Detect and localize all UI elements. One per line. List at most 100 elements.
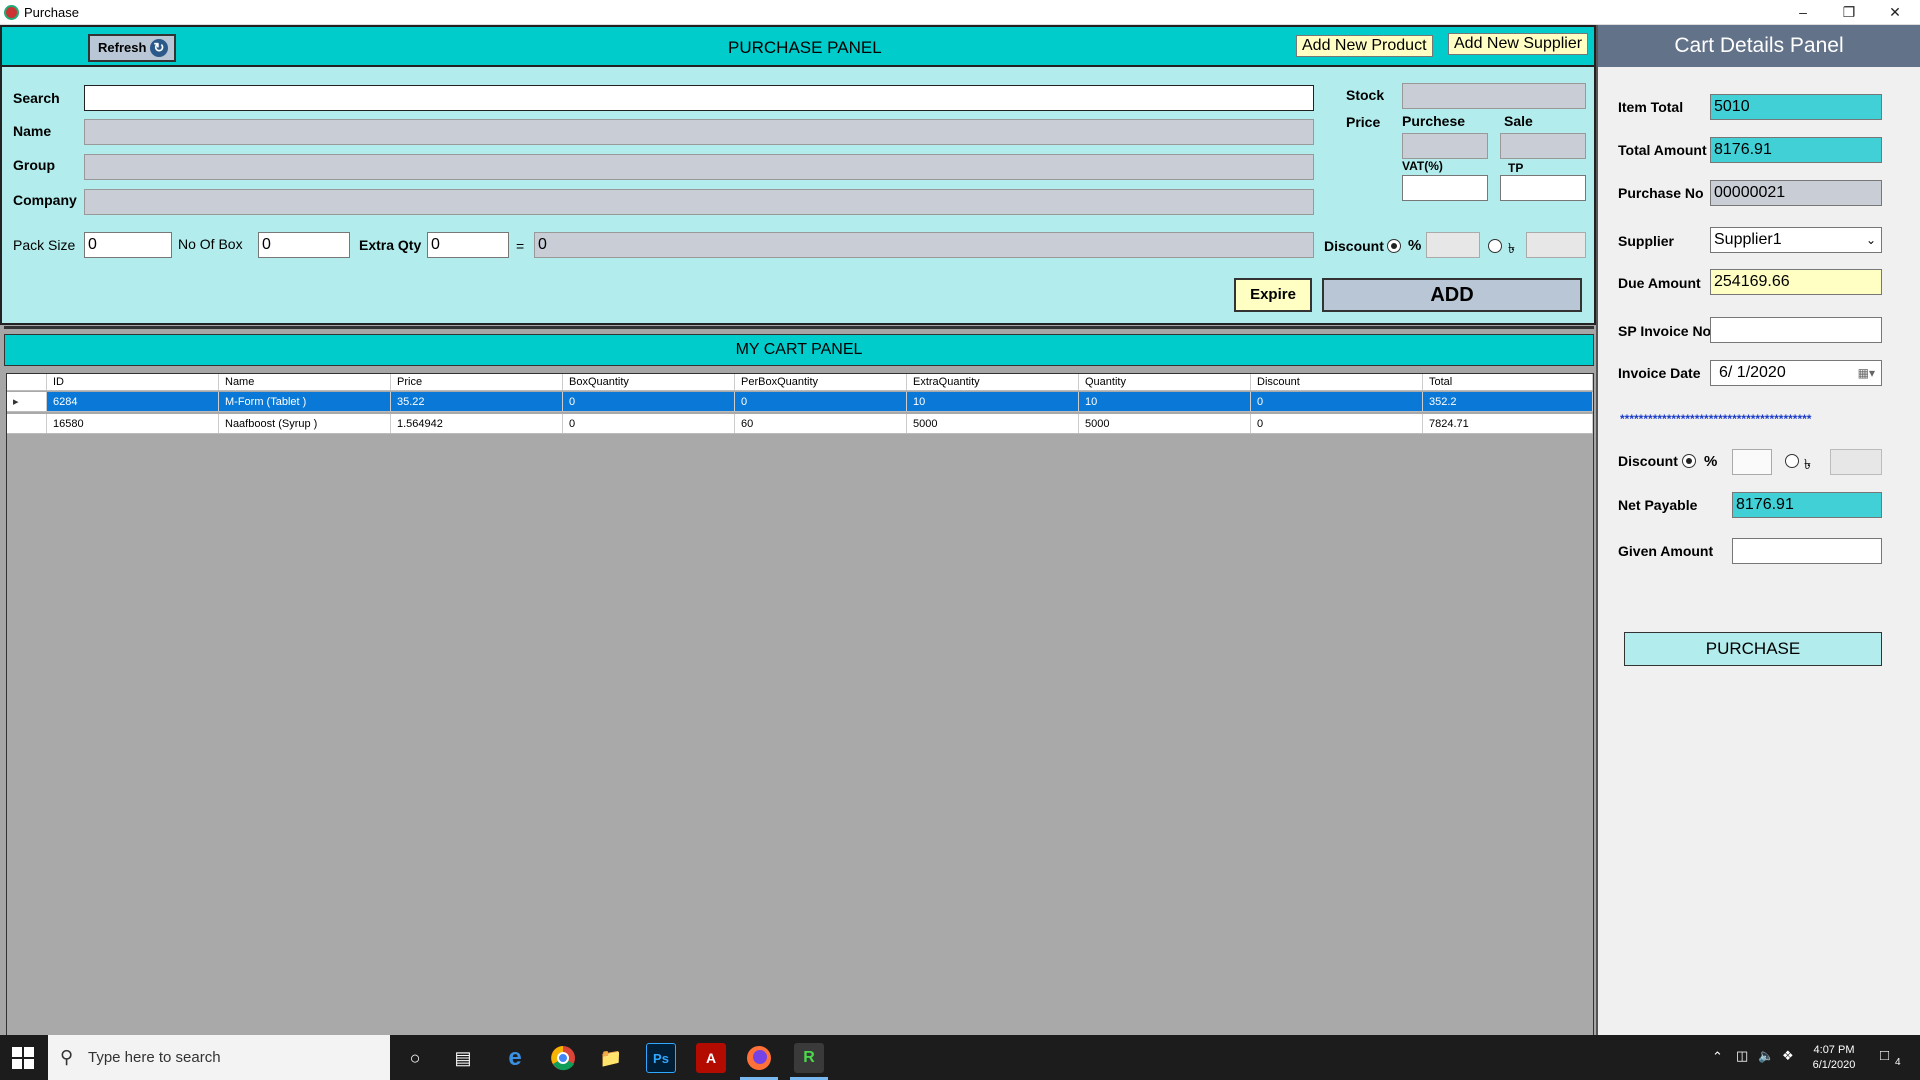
purchese-label: Purchese [1402, 113, 1466, 129]
cell-id[interactable]: 6284 [47, 392, 219, 411]
col-total[interactable]: Total [1423, 374, 1593, 390]
cart-discount-label: Discount [1618, 453, 1678, 469]
cell-name[interactable]: Naafboost (Syrup ) [219, 414, 391, 433]
expire-button[interactable]: Expire [1234, 278, 1312, 312]
cart-discount-percent-input[interactable] [1732, 449, 1772, 475]
cell-discount[interactable]: 0 [1251, 414, 1423, 433]
table-row[interactable]: 16580 Naafboost (Syrup ) 1.564942 0 60 5… [7, 414, 1593, 434]
minimize-icon[interactable]: – [1780, 0, 1826, 25]
chevron-up-icon[interactable]: ⌃ [1712, 1049, 1723, 1065]
total-amount-field: 8176.91 [1710, 137, 1882, 163]
cell-total[interactable]: 7824.71 [1423, 414, 1593, 433]
sp-invoice-label: SP Invoice No [1618, 323, 1712, 339]
col-extraquantity[interactable]: ExtraQuantity [907, 374, 1079, 390]
edge-icon[interactable]: e [500, 1043, 530, 1073]
cell-price[interactable]: 35.22 [391, 392, 563, 411]
chrome-icon[interactable] [548, 1043, 578, 1073]
given-amount-input[interactable] [1732, 538, 1882, 564]
stock-label: Stock [1346, 87, 1385, 103]
cortana-icon[interactable]: ○ [400, 1043, 430, 1073]
invoice-date-label: Invoice Date [1618, 365, 1701, 381]
restore-icon[interactable]: ❐ [1826, 0, 1872, 25]
cell-name[interactable]: M-Form (Tablet ) [219, 392, 391, 411]
sp-invoice-input[interactable] [1710, 317, 1882, 343]
purchase-button[interactable]: PURCHASE [1624, 632, 1882, 666]
extra-qty-input[interactable]: 0 [427, 232, 509, 258]
window-title: Purchase [24, 5, 79, 20]
supplier-select[interactable]: Supplier1 ⌄ [1710, 227, 1882, 253]
price-label: Price [1346, 114, 1381, 130]
cell-boxquantity[interactable]: 0 [563, 392, 735, 411]
company-field [84, 189, 1314, 215]
vat-input[interactable] [1402, 175, 1488, 201]
add-new-supplier-button[interactable]: Add New Supplier [1448, 33, 1589, 55]
notification-icon[interactable]: □ [1880, 1047, 1889, 1064]
col-price[interactable]: Price [391, 374, 563, 390]
cart-discount-taka-input [1830, 449, 1882, 475]
table-row[interactable]: ▸ 6284 M-Form (Tablet ) 35.22 0 0 10 10 … [7, 392, 1593, 412]
supplier-label: Supplier [1618, 233, 1675, 249]
cell-extraquantity[interactable]: 5000 [907, 414, 1079, 433]
total-amount-label: Total Amount [1618, 142, 1707, 158]
cell-quantity[interactable]: 5000 [1079, 414, 1251, 433]
taskbar-search-box[interactable]: ⚲ Type here to search [48, 1035, 390, 1080]
cell-boxquantity[interactable]: 0 [563, 414, 735, 433]
photoshop-icon[interactable]: Ps [646, 1043, 676, 1073]
speaker-icon[interactable]: 🔈 [1758, 1048, 1774, 1064]
network-icon[interactable]: ◫ [1736, 1048, 1748, 1064]
invoice-date-picker[interactable]: 6/ 1/2020 ▦▾ [1710, 360, 1882, 386]
discount-taka-radio[interactable] [1488, 239, 1502, 253]
cell-id[interactable]: 16580 [47, 414, 219, 433]
col-name[interactable]: Name [219, 374, 391, 390]
acrobat-icon[interactable]: A [696, 1043, 726, 1073]
discount-percent-radio[interactable] [1387, 239, 1401, 253]
title-bar: Purchase – ❐ ✕ [0, 0, 1920, 25]
cell-perboxquantity[interactable]: 60 [735, 414, 907, 433]
name-label: Name [13, 123, 52, 139]
windows-start-icon[interactable] [12, 1047, 34, 1069]
cell-quantity[interactable]: 10 [1079, 392, 1251, 411]
row-selector[interactable] [7, 414, 47, 433]
cell-price[interactable]: 1.564942 [391, 414, 563, 433]
given-amount-label: Given Amount [1618, 543, 1714, 559]
search-label: Search [13, 90, 60, 106]
cell-total[interactable]: 352.2 [1423, 392, 1593, 411]
cart-discount-percent-radio[interactable] [1682, 454, 1696, 468]
cart-discount-taka-radio[interactable] [1785, 454, 1799, 468]
clock[interactable]: 4:07 PM 6/1/2020 [1806, 1043, 1862, 1073]
cell-extraquantity[interactable]: 10 [907, 392, 1079, 411]
discount-taka-input [1526, 232, 1586, 258]
col-perboxquantity[interactable]: PerBoxQuantity [735, 374, 907, 390]
cell-discount[interactable]: 0 [1251, 392, 1423, 411]
taka-label: ৳ [1508, 240, 1515, 256]
net-payable-field: 8176.91 [1732, 492, 1882, 518]
no-of-box-input[interactable]: 0 [258, 232, 350, 258]
col-quantity[interactable]: Quantity [1079, 374, 1251, 390]
refresh-button[interactable]: Refresh ↻ [88, 34, 176, 62]
firefox-icon[interactable] [744, 1043, 774, 1073]
row-selector-icon[interactable]: ▸ [7, 392, 47, 411]
dropbox-icon[interactable]: ❖ [1782, 1048, 1794, 1064]
col-discount[interactable]: Discount [1251, 374, 1423, 390]
search-input[interactable] [84, 85, 1314, 111]
due-amount-field: 254169.66 [1710, 269, 1882, 295]
pack-size-input[interactable]: 0 [84, 232, 172, 258]
company-label: Company [13, 192, 77, 208]
file-explorer-icon[interactable]: 📁 [596, 1043, 626, 1073]
col-id[interactable]: ID [47, 374, 219, 390]
add-button[interactable]: ADD [1322, 278, 1582, 312]
tp-input[interactable] [1500, 175, 1586, 201]
add-new-product-button[interactable]: Add New Product [1296, 35, 1433, 57]
calendar-icon[interactable]: ▦▾ [1858, 361, 1875, 385]
net-payable-label: Net Payable [1618, 497, 1698, 513]
pharmacy-app-icon[interactable]: R [794, 1043, 824, 1073]
purchase-no-label: Purchase No [1618, 185, 1704, 201]
col-boxquantity[interactable]: BoxQuantity [563, 374, 735, 390]
cart-panel-title: MY CART PANEL [4, 334, 1594, 366]
discount-percent-input[interactable] [1426, 232, 1480, 258]
cell-perboxquantity[interactable]: 0 [735, 392, 907, 411]
close-icon[interactable]: ✕ [1872, 0, 1918, 25]
taskbar: ⚲ Type here to search ○ ▤ e 📁 Ps A R ⌃ ◫… [0, 1035, 1920, 1080]
purchase-no-field: 00000021 [1710, 180, 1882, 206]
task-view-icon[interactable]: ▤ [448, 1043, 478, 1073]
